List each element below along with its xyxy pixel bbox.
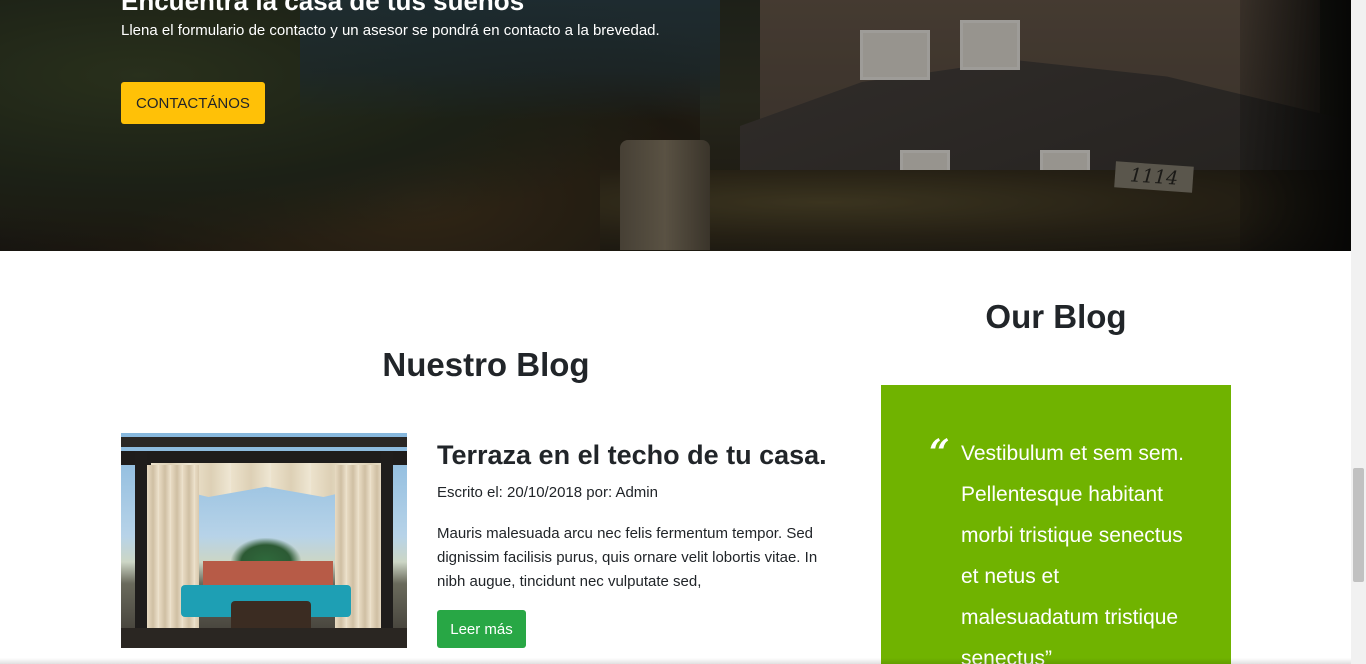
bottom-shadow: [0, 658, 1351, 664]
pergola-post: [135, 451, 147, 648]
pergola-post: [381, 451, 393, 648]
read-more-button[interactable]: Leer más: [437, 610, 526, 648]
testimonial-text: Vestibulum et sem sem. Pellentesque habi…: [961, 442, 1184, 664]
testimonial-box: “ Vestibulum et sem sem. Pellentesque ha…: [881, 385, 1231, 664]
floor: [121, 628, 407, 648]
post-excerpt: Mauris malesuada arcu nec felis fermentu…: [437, 525, 818, 590]
post-image[interactable]: [121, 433, 407, 648]
post-meta: Escrito el: 20/10/2018 por: Admin: [437, 484, 658, 501]
sidebar-heading: Our Blog: [985, 298, 1127, 335]
hero-subtitle: Llena el formulario de contacto y un ase…: [121, 22, 660, 39]
quote-icon: “: [929, 432, 950, 474]
hero-title: Encuentra la casa de tus sueños: [121, 0, 525, 16]
page: 1114 Encuentra la casa de tus sueños Lle…: [0, 0, 1366, 664]
contact-button[interactable]: CONTACTÁNOS: [121, 82, 265, 124]
pergola-beam: [121, 437, 407, 447]
scrollbar-thumb[interactable]: [1353, 468, 1364, 582]
pergola-beam: [121, 451, 407, 465]
post-title[interactable]: Terraza en el techo de tu casa.: [437, 440, 827, 471]
blog-heading: Nuestro Blog: [382, 346, 590, 383]
